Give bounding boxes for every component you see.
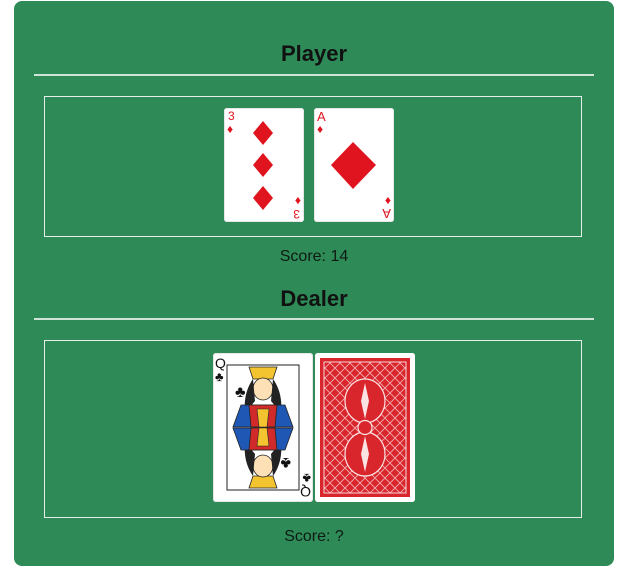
dealer-title: Dealer bbox=[280, 286, 348, 311]
svg-text:♣: ♣ bbox=[280, 454, 291, 471]
card-rank-bottom: 3 bbox=[293, 207, 300, 221]
dealer-hand: Q ♣ ♣ ♣ Q ♣ bbox=[44, 340, 582, 518]
card-suit-bottom: ♦ bbox=[295, 194, 301, 208]
blackjack-table: Player 3 ♦ 3 ♦ A ♦ A ♦ Score: 14 Dealer … bbox=[14, 1, 614, 566]
svg-text:♣: ♣ bbox=[235, 384, 246, 401]
card-suit-top: ♣ bbox=[215, 369, 224, 384]
player-score: Score: 14 bbox=[279, 248, 349, 265]
card-back-icon bbox=[315, 353, 415, 502]
player-divider bbox=[34, 74, 594, 76]
card-suit-bottom: ♣ bbox=[302, 471, 311, 486]
player-hand: 3 ♦ 3 ♦ A ♦ A ♦ bbox=[44, 96, 582, 237]
player-title: Player bbox=[280, 41, 348, 66]
player-card-3-diamonds: 3 ♦ 3 ♦ bbox=[224, 108, 304, 222]
card-suit-top: ♦ bbox=[317, 122, 323, 136]
card-rank-top: 3 bbox=[228, 109, 235, 123]
dealer-score: Score: ? bbox=[284, 528, 344, 545]
ace-diamond-icon bbox=[331, 142, 376, 189]
dealer-divider bbox=[34, 318, 594, 320]
dealer-card-q-clubs: Q ♣ ♣ ♣ Q ♣ bbox=[213, 353, 313, 502]
diamond-pips-icon bbox=[253, 121, 273, 210]
card-suit-bottom: ♦ bbox=[385, 194, 391, 208]
card-suit-top: ♦ bbox=[227, 122, 233, 136]
player-card-a-diamonds: A ♦ A ♦ bbox=[314, 108, 394, 222]
dealer-card-face-down bbox=[315, 353, 415, 502]
